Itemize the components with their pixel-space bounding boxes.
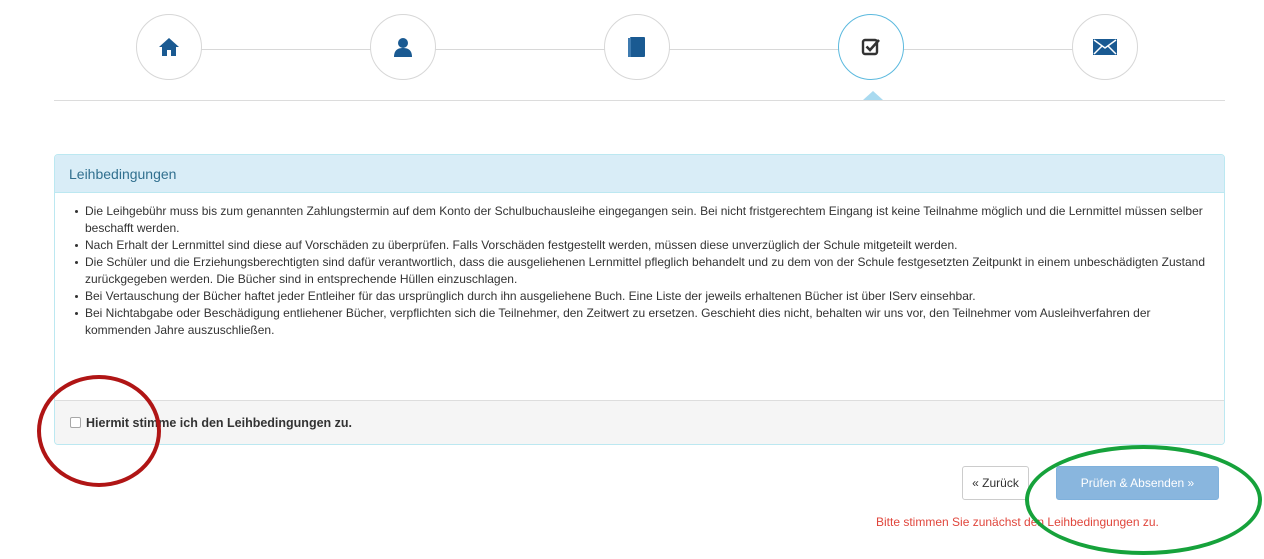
wizard-steps — [0, 0, 1264, 112]
terms-panel: Leihbedingungen Die Leihgebühr muss bis … — [54, 154, 1225, 445]
list-item: Die Leihgebühr muss bis zum genannten Za… — [75, 203, 1210, 237]
agreement-row: Hiermit stimme ich den Leihbedingungen z… — [55, 400, 1224, 444]
wizard-divider — [54, 100, 1225, 101]
panel-title: Leihbedingungen — [55, 155, 1224, 193]
book-icon — [628, 37, 645, 57]
active-step-caret — [863, 91, 883, 100]
envelope-icon — [1093, 39, 1117, 55]
list-item: Nach Erhalt der Lernmittel sind diese au… — [75, 237, 1210, 254]
list-item: Bei Nichtabgabe oder Beschädigung entlie… — [75, 305, 1210, 339]
terms-body: Die Leihgebühr muss bis zum genannten Za… — [55, 193, 1224, 400]
check-square-icon — [861, 38, 880, 56]
step-send[interactable] — [1072, 14, 1138, 80]
back-button[interactable]: « Zurück — [962, 466, 1029, 500]
user-icon — [394, 38, 412, 57]
list-item: Bei Vertauschung der Bücher haftet jeder… — [75, 288, 1210, 305]
step-confirm[interactable] — [838, 14, 904, 80]
home-icon — [159, 38, 179, 56]
annotation-circle-checkbox — [37, 375, 161, 487]
step-user[interactable] — [370, 14, 436, 80]
terms-list: Die Leihgebühr muss bis zum genannten Za… — [71, 203, 1210, 339]
list-item: Die Schüler und die Erziehungsberechtigt… — [75, 254, 1210, 288]
step-home[interactable] — [136, 14, 202, 80]
step-book[interactable] — [604, 14, 670, 80]
annotation-circle-submit — [1025, 445, 1262, 555]
